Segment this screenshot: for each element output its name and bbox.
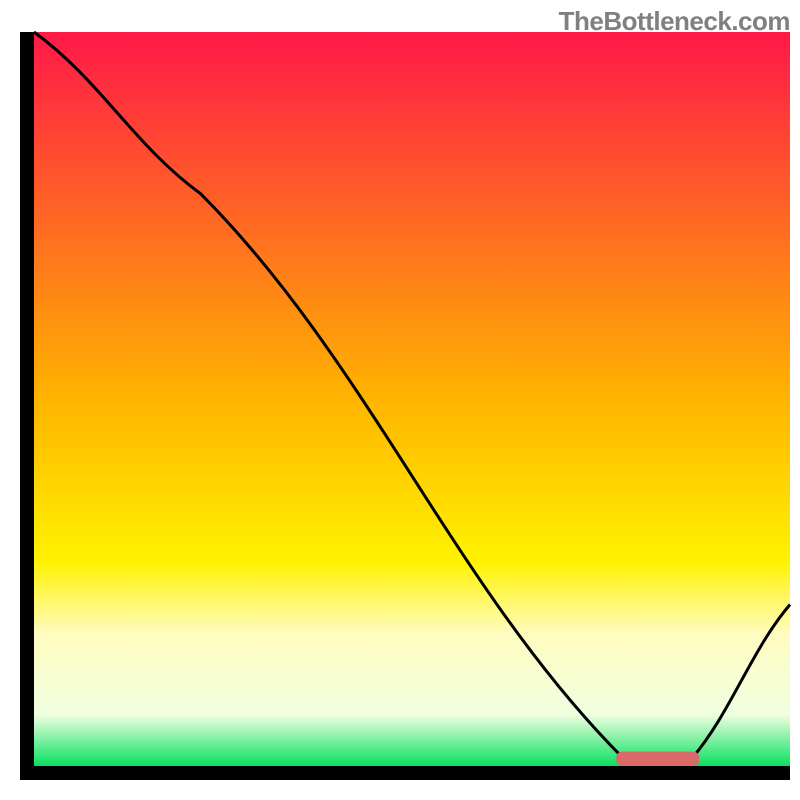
- valley-marker: [616, 752, 699, 766]
- gradient-background: [34, 32, 790, 766]
- attribution-label: TheBottleneck.com: [559, 6, 790, 37]
- bottleneck-chart: TheBottleneck.com: [0, 0, 800, 800]
- chart-svg: [0, 0, 800, 800]
- plot-area: [34, 32, 790, 766]
